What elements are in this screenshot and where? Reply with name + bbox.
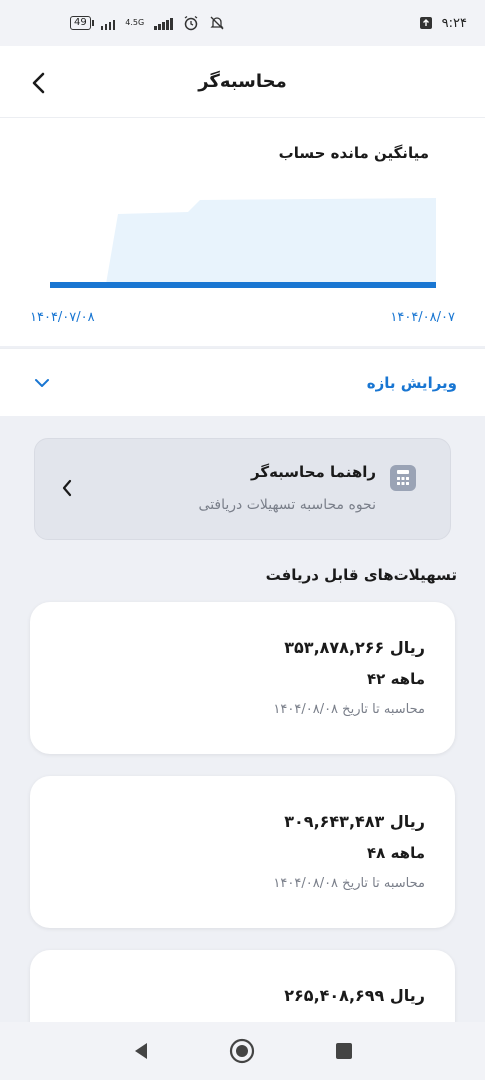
- system-nav-bar: [0, 1022, 485, 1080]
- edit-range-label: ویرایش بازه: [366, 373, 457, 392]
- app-header: محاسبه‌گر: [0, 46, 485, 118]
- signal-icon: [100, 16, 116, 30]
- balance-chart-card: میانگین مانده حساب ۱۴۰۴/۰۷/۰۸ ۱۴۰۴/۰۸/۰۷: [0, 118, 485, 346]
- status-clock-area: ۹:۲۴: [418, 15, 467, 31]
- edit-range-row[interactable]: ویرایش بازه: [0, 348, 485, 416]
- status-indicators: 49 4.5G: [70, 15, 225, 31]
- nav-recents-button[interactable]: [329, 1036, 359, 1066]
- loan-amount: ۲۶۵,۴۰۸,۶۹۹ ریال: [284, 986, 425, 1005]
- chart-end-date: ۱۴۰۴/۰۸/۰۷: [390, 310, 455, 325]
- section-title: تسهیلات‌های قابل دریافت: [265, 566, 457, 584]
- calculator-icon: [390, 465, 416, 491]
- mute-bell-icon: [209, 15, 225, 31]
- calculator-guide-card[interactable]: راهنما محاسبه‌گر نحوه محاسبه تسهیلات دری…: [34, 438, 451, 540]
- chevron-left-icon: [62, 479, 72, 497]
- chevron-left-icon: [32, 72, 45, 94]
- loan-calc-note: محاسبه تا تاریخ ۱۴۰۴/۰۸/۰۸: [273, 702, 425, 717]
- home-circle-icon: [230, 1038, 255, 1064]
- chart-baseline: [50, 282, 436, 288]
- loan-calc-note: محاسبه تا تاریخ ۱۴۰۴/۰۸/۰۸: [273, 876, 425, 891]
- guide-subtitle: نحوه محاسبه تسهیلات دریافتی: [198, 497, 376, 513]
- loan-card[interactable]: ۳۰۹,۶۴۳,۴۸۳ ریال ۴۸ ماهه محاسبه تا تاریخ…: [30, 776, 455, 928]
- network-type: 4.5G: [125, 18, 145, 27]
- back-button[interactable]: [24, 68, 54, 98]
- triangle-back-icon: [134, 1043, 147, 1059]
- guide-title: راهنما محاسبه‌گر: [251, 463, 376, 481]
- loan-term: ۴۲ ماهه: [367, 670, 425, 688]
- status-time: ۹:۲۴: [441, 15, 467, 31]
- page-title: محاسبه‌گر: [198, 71, 287, 92]
- square-recents-icon: [336, 1043, 353, 1059]
- loan-card[interactable]: ۳۵۳,۸۷۸,۲۶۶ ریال ۴۲ ماهه محاسبه تا تاریخ…: [30, 602, 455, 754]
- loan-term: ۴۸ ماهه: [367, 844, 425, 862]
- chevron-down-icon: [35, 378, 49, 387]
- status-bar: 49 4.5G ۹:۲۴: [0, 0, 485, 46]
- nav-back-button[interactable]: [126, 1036, 156, 1066]
- notification-icon: [418, 15, 434, 31]
- battery-indicator: 49: [70, 16, 94, 30]
- signal-2-icon: [154, 16, 173, 30]
- chart-start-date: ۱۴۰۴/۰۷/۰۸: [30, 310, 95, 325]
- loan-amount: ۳۰۹,۶۴۳,۴۸۳ ریال: [284, 812, 425, 831]
- nav-home-button[interactable]: [227, 1036, 257, 1066]
- loan-amount: ۳۵۳,۸۷۸,۲۶۶ ریال: [284, 638, 425, 657]
- chart-area: [50, 198, 436, 284]
- alarm-icon: [183, 15, 199, 31]
